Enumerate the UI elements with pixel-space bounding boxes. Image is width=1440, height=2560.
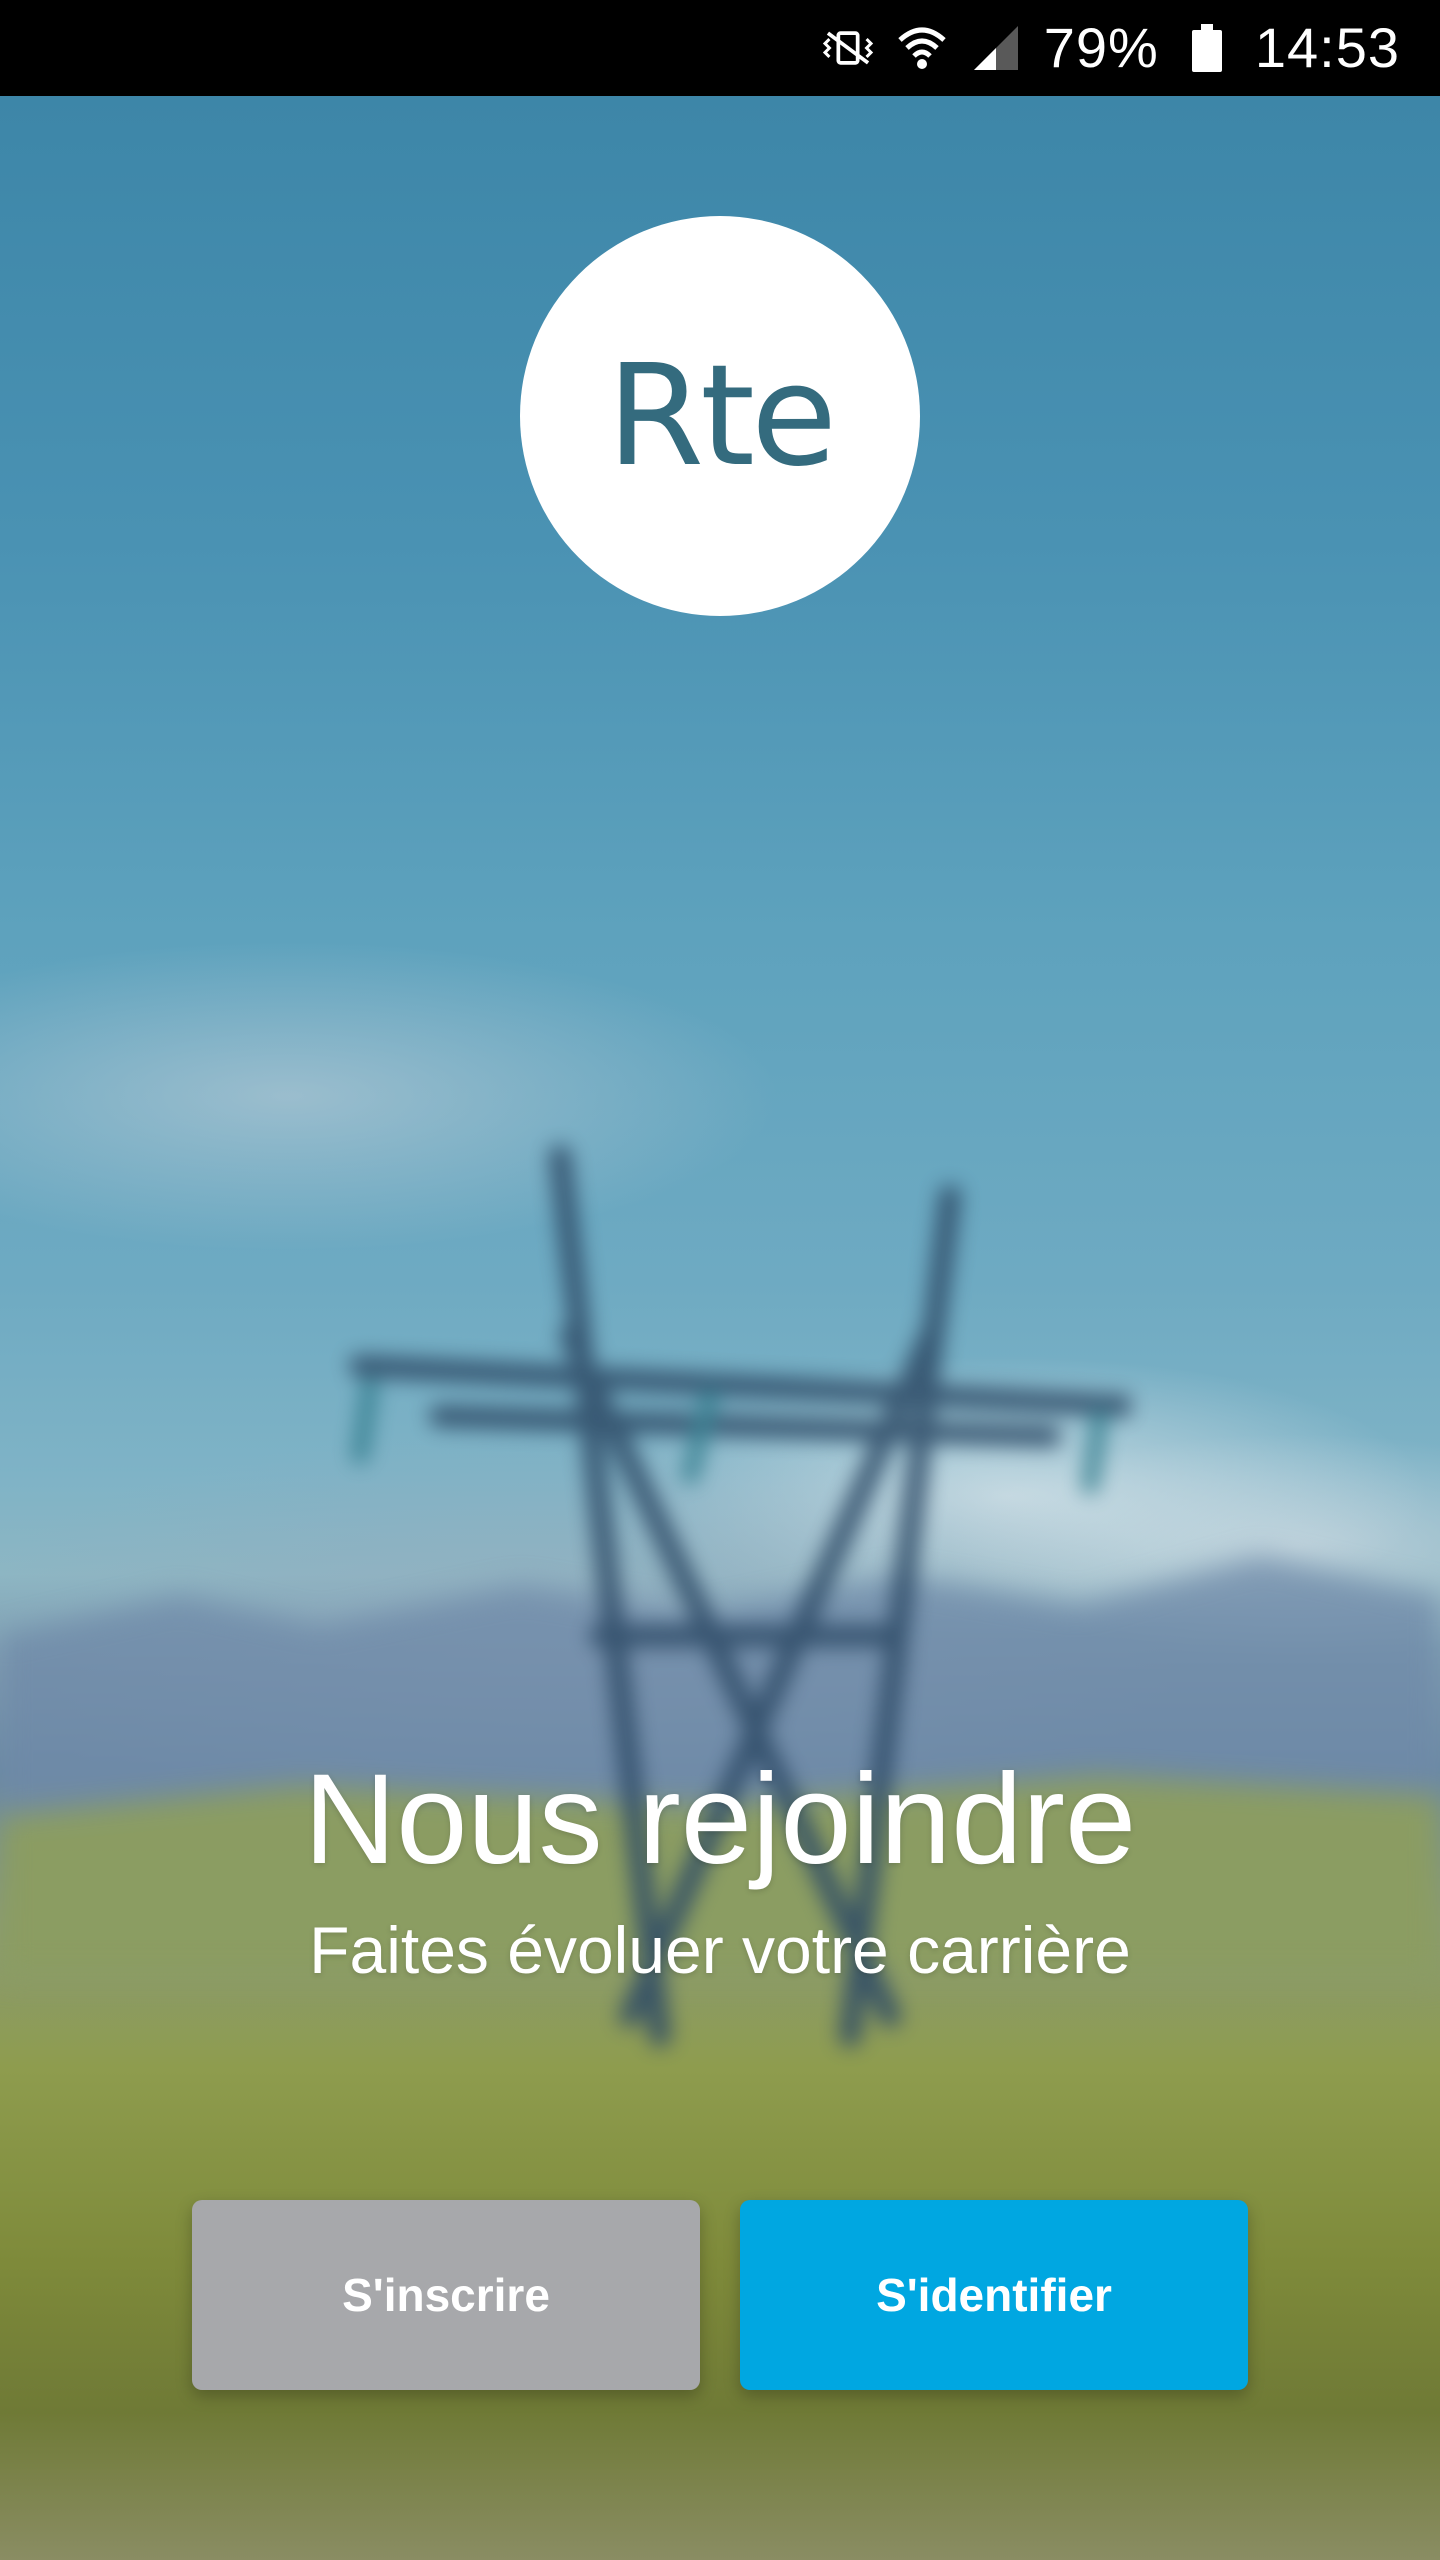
battery-icon	[1181, 22, 1233, 74]
signal-icon	[970, 22, 1022, 74]
battery-percentage: 79%	[1043, 16, 1159, 79]
register-button[interactable]: S'inscrire	[192, 2200, 700, 2390]
page-subtitle: Faites évoluer votre carrière	[309, 1913, 1131, 1987]
status-bar: 79% 14:53	[0, 0, 1440, 96]
logo-text: Rte	[606, 334, 837, 498]
login-button[interactable]: S'identifier	[740, 2200, 1248, 2390]
page-title: Nous rejoindre	[303, 1748, 1137, 1891]
vibrate-mute-icon	[822, 22, 874, 74]
rte-logo: Rte	[520, 216, 920, 616]
clock: 14:53	[1254, 16, 1400, 79]
wifi-icon	[896, 22, 948, 74]
